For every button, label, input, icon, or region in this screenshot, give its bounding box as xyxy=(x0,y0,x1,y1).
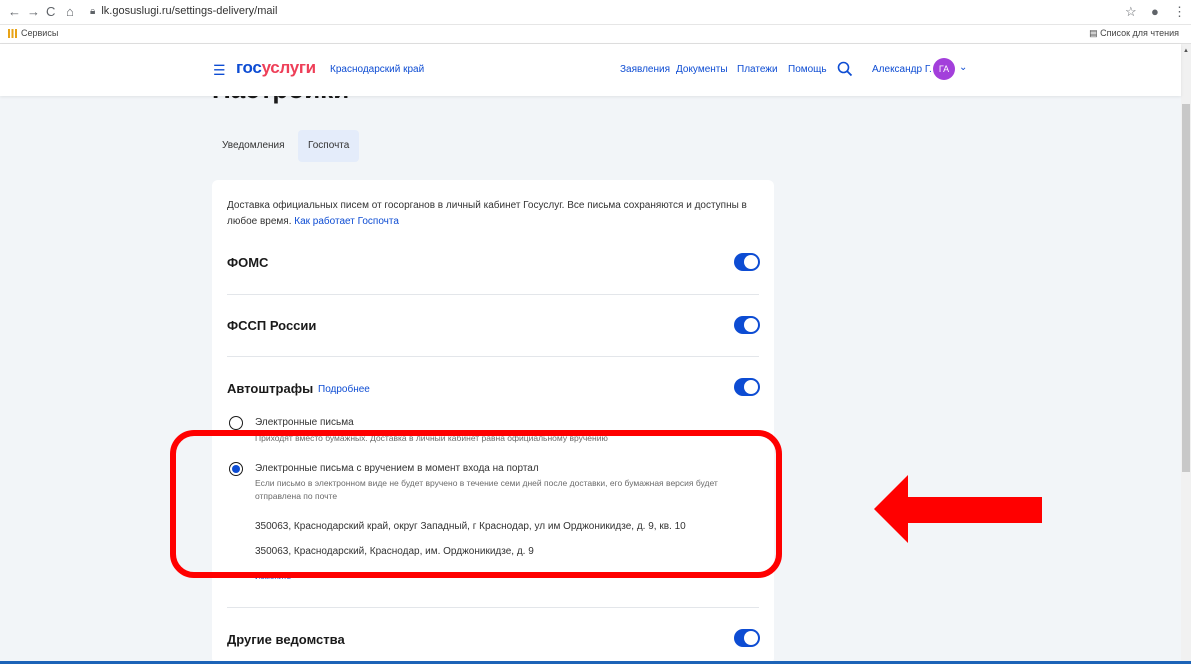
browser-toolbar: ← → C ⌂ 🔒︎ lk.gosuslugi.ru/settings-deliv… xyxy=(0,0,1191,25)
option-label: Электронные письма xyxy=(255,417,354,428)
annotation-arrow-left-icon xyxy=(874,475,1042,543)
page-scrollbar[interactable]: ▲ xyxy=(1181,44,1191,664)
reading-list-icon: ▤ xyxy=(1089,28,1101,38)
radio-electronic-letters[interactable] xyxy=(229,416,243,430)
row-title-fssp: ФССП России xyxy=(227,318,317,333)
toggle-other-agencies[interactable] xyxy=(734,629,760,647)
tab-notifications[interactable]: Уведомления xyxy=(212,130,295,162)
reading-list-label: Список для чтения xyxy=(1100,28,1179,38)
logo-part1: гос xyxy=(236,58,262,77)
row-title-other-agencies: Другие ведомства xyxy=(227,632,345,647)
nav-help[interactable]: Помощь xyxy=(788,64,827,75)
site-header: ☰ госуслуги Краснодарский край Заявления… xyxy=(0,44,1181,96)
apps-grid-icon xyxy=(8,29,17,39)
logo-part2: услуги xyxy=(261,58,317,77)
toggle-fssp[interactable] xyxy=(734,316,760,334)
intro-text: Доставка официальных писем от госорганов… xyxy=(227,198,747,230)
row-title-foms: ФОМС xyxy=(227,255,269,270)
address-bar[interactable]: 🔒︎ lk.gosuslugi.ru/settings-delivery/mail xyxy=(90,5,277,17)
row-title-autofines: Автоштрафы xyxy=(227,381,314,396)
avatar[interactable]: ГА xyxy=(933,58,955,80)
divider xyxy=(227,607,759,608)
divider xyxy=(227,294,759,295)
region-selector[interactable]: Краснодарский край xyxy=(330,64,424,75)
scroll-up-icon[interactable]: ▲ xyxy=(1183,48,1189,54)
chevron-down-icon[interactable]: ⌄ xyxy=(959,62,967,73)
delivery-settings-card: Доставка официальных писем от госорганов… xyxy=(212,180,774,664)
search-icon[interactable] xyxy=(836,60,854,78)
divider xyxy=(227,356,759,357)
menu-icon[interactable]: ☰ xyxy=(213,62,226,79)
autofines-more-link[interactable]: Подробнее xyxy=(318,384,370,395)
profile-icon[interactable]: ● xyxy=(1151,4,1159,19)
scrollbar-thumb[interactable] xyxy=(1182,104,1190,472)
reading-list-button[interactable]: ▤ Список для чтения xyxy=(1089,28,1179,39)
apps-bookmark[interactable]: Сервисы xyxy=(8,28,59,39)
user-name[interactable]: Александр Г. xyxy=(872,64,932,75)
nav-payments[interactable]: Платежи xyxy=(737,64,778,75)
reload-icon[interactable]: C xyxy=(46,4,55,19)
gosuslugi-logo[interactable]: госуслуги xyxy=(236,58,316,78)
lock-icon: 🔒︎ xyxy=(90,6,96,17)
toggle-autofines[interactable] xyxy=(734,378,760,396)
apps-label: Сервисы xyxy=(21,28,59,38)
back-icon[interactable]: ← xyxy=(8,4,21,19)
url-text: lk.gosuslugi.ru/settings-delivery/mail xyxy=(101,5,278,17)
nav-documents[interactable]: Документы xyxy=(676,64,728,75)
annotation-highlight-box xyxy=(170,430,782,578)
forward-icon[interactable]: → xyxy=(27,4,40,19)
toggle-foms[interactable] xyxy=(734,253,760,271)
bookmarks-bar: Сервисы ▤ Список для чтения xyxy=(0,25,1191,44)
tab-gospochta[interactable]: Госпочта xyxy=(298,130,360,162)
home-icon[interactable]: ⌂ xyxy=(66,4,74,19)
nav-applications[interactable]: Заявления xyxy=(620,64,670,75)
star-icon[interactable]: ☆ xyxy=(1125,4,1137,20)
how-it-works-link[interactable]: Как работает Госпочта xyxy=(294,216,399,227)
menu-dots-icon[interactable]: ⋮ xyxy=(1173,4,1186,20)
